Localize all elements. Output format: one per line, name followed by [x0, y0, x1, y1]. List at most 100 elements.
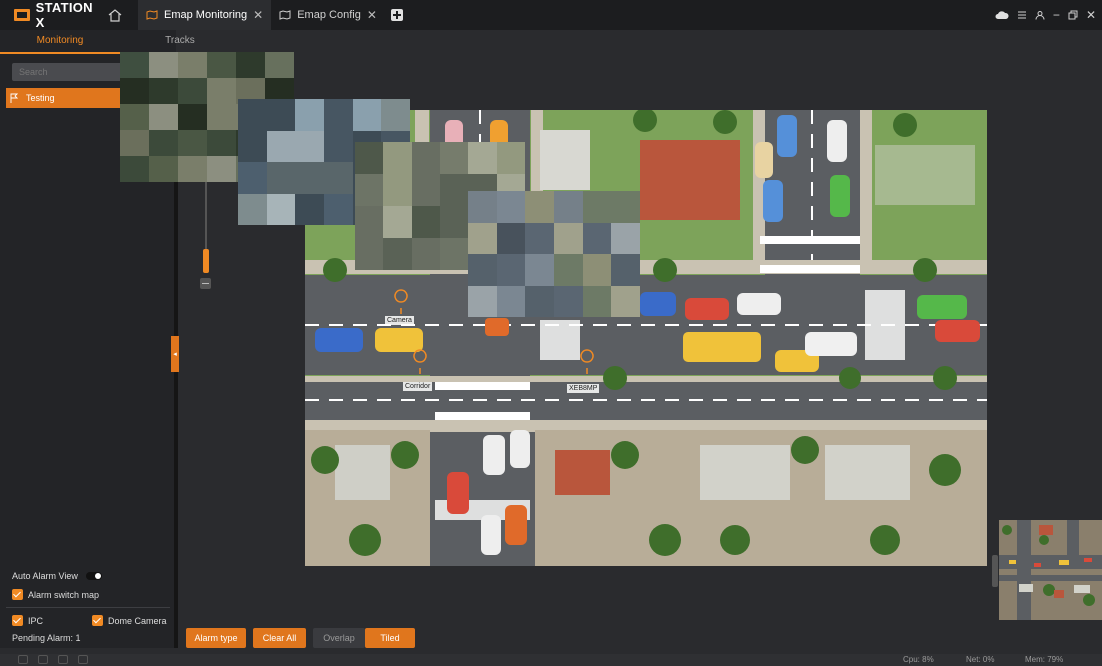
subtab-tracks[interactable]: Tracks	[120, 30, 240, 54]
net-usage: Net: 0%	[966, 655, 995, 664]
mute-icon[interactable]	[38, 655, 48, 664]
zoom-slider-track[interactable]	[205, 180, 207, 250]
auto-alarm-view-toggle[interactable]	[85, 572, 102, 580]
mosaic-block	[149, 156, 178, 182]
mosaic-block	[440, 174, 469, 206]
overlap-button[interactable]: Overlap	[313, 628, 365, 648]
divider	[6, 607, 170, 608]
mosaic-block	[496, 142, 525, 174]
mosaic-block	[149, 78, 178, 104]
mosaic-block	[496, 254, 526, 286]
zoom-slider-thumb[interactable]	[203, 249, 209, 273]
clear-all-button[interactable]: Clear All	[253, 628, 306, 648]
mosaic-block	[207, 52, 236, 78]
status-bar: Cpu: 8% Net: 0% Mem: 79%	[0, 654, 1102, 666]
map-icon	[146, 10, 158, 20]
pending-alarm-count: Pending Alarm: 1	[12, 633, 81, 643]
mosaic-block	[120, 130, 149, 156]
close-window-icon[interactable]: ✕	[1086, 8, 1096, 22]
mosaic-block	[178, 104, 207, 130]
user-icon[interactable]	[1035, 10, 1045, 20]
mosaic-block	[355, 174, 384, 206]
mosaic-block	[496, 191, 526, 223]
alarm-switch-map-row[interactable]: Alarm switch map	[12, 589, 99, 600]
restore-icon[interactable]	[1068, 10, 1078, 20]
mosaic-block	[411, 206, 440, 238]
mosaic-block	[355, 142, 384, 174]
mosaic-block	[440, 206, 469, 238]
mosaic-block	[525, 254, 554, 286]
flag-icon	[10, 93, 18, 103]
collapse-sidebar-button[interactable]: ◂	[171, 336, 179, 372]
mosaic-block	[553, 285, 583, 317]
mosaic-block	[323, 130, 353, 162]
mosaic-block	[611, 191, 640, 223]
tab-label: Emap Monitoring	[164, 9, 248, 21]
mosaic-block	[323, 193, 353, 225]
app-window: STATION X Emap Monitoring ✕ Emap Config …	[0, 0, 1102, 666]
alert-icon[interactable]	[78, 655, 88, 664]
mosaic-block	[265, 52, 294, 78]
window-controls: − ✕	[995, 0, 1096, 30]
minimap-toggle[interactable]	[992, 555, 998, 587]
mosaic-block	[266, 99, 296, 131]
mosaic-block	[266, 193, 296, 225]
alarm-type-button[interactable]: Alarm type	[186, 628, 246, 648]
cloud-icon[interactable]	[995, 10, 1009, 20]
mosaic-block	[238, 193, 267, 225]
home-button[interactable]	[104, 4, 126, 26]
mosaic-block	[582, 254, 612, 286]
close-icon[interactable]: ✕	[367, 8, 377, 22]
filter-ipc-row[interactable]: IPC	[12, 615, 43, 626]
mosaic-block	[149, 52, 178, 78]
video-popup-4[interactable]	[468, 191, 640, 317]
filter-ipc-label: IPC	[28, 615, 44, 626]
filter-ipc-checkbox[interactable]	[12, 615, 23, 626]
tiled-button[interactable]: Tiled	[365, 628, 415, 648]
mosaic-block	[120, 78, 149, 104]
mosaic-block	[611, 254, 640, 286]
minimap-image	[999, 520, 1102, 620]
corridor-label[interactable]: Corridor	[403, 382, 433, 391]
xeb8mp-label[interactable]: XEB8MP	[567, 384, 600, 393]
add-tab-icon[interactable]	[390, 9, 403, 21]
mosaic-block	[468, 191, 497, 223]
filter-dome-camera-checkbox[interactable]	[92, 615, 103, 626]
tree-item-testing[interactable]: Testing	[6, 88, 120, 108]
filter-dome-camera-row[interactable]: Dome Camera	[92, 615, 167, 626]
mosaic-block	[496, 222, 526, 254]
status-icons	[18, 655, 88, 664]
mosaic-block	[553, 254, 583, 286]
mosaic-block	[120, 104, 149, 130]
mosaic-block	[295, 193, 324, 225]
minimap[interactable]	[999, 520, 1102, 620]
tree-item-label: Testing	[26, 93, 55, 103]
sidebar-subtabs: Monitoring Tracks	[0, 30, 240, 54]
close-icon[interactable]: ✕	[253, 8, 263, 22]
camera-label[interactable]: Camera	[385, 316, 414, 325]
mosaic-block	[295, 99, 324, 131]
auto-alarm-view-label: Auto Alarm View	[12, 571, 78, 581]
mosaic-block	[149, 104, 178, 130]
screen-icon[interactable]	[58, 655, 68, 664]
mosaic-block	[553, 222, 583, 254]
mosaic-block	[553, 191, 583, 223]
tab-label: Emap Config	[297, 9, 361, 21]
tab-emap-config[interactable]: Emap Config ✕	[271, 0, 385, 30]
mosaic-block	[355, 238, 384, 270]
list-icon[interactable]	[1017, 10, 1027, 20]
tab-emap-monitoring[interactable]: Emap Monitoring ✕	[138, 0, 272, 30]
zoom-out-button[interactable]	[200, 278, 211, 289]
search-input[interactable]	[12, 63, 122, 81]
map-icon	[279, 10, 291, 20]
subtab-monitoring[interactable]: Monitoring	[0, 30, 120, 54]
minimize-icon[interactable]: −	[1053, 8, 1060, 22]
mosaic-block	[178, 78, 207, 104]
mosaic-block	[468, 285, 497, 317]
mosaic-block	[383, 174, 412, 206]
bell-icon[interactable]	[18, 655, 28, 664]
mosaic-block	[582, 222, 612, 254]
alarm-switch-map-checkbox[interactable]	[12, 589, 23, 600]
mem-usage: Mem: 79%	[1025, 655, 1064, 664]
mosaic-block	[266, 130, 296, 162]
